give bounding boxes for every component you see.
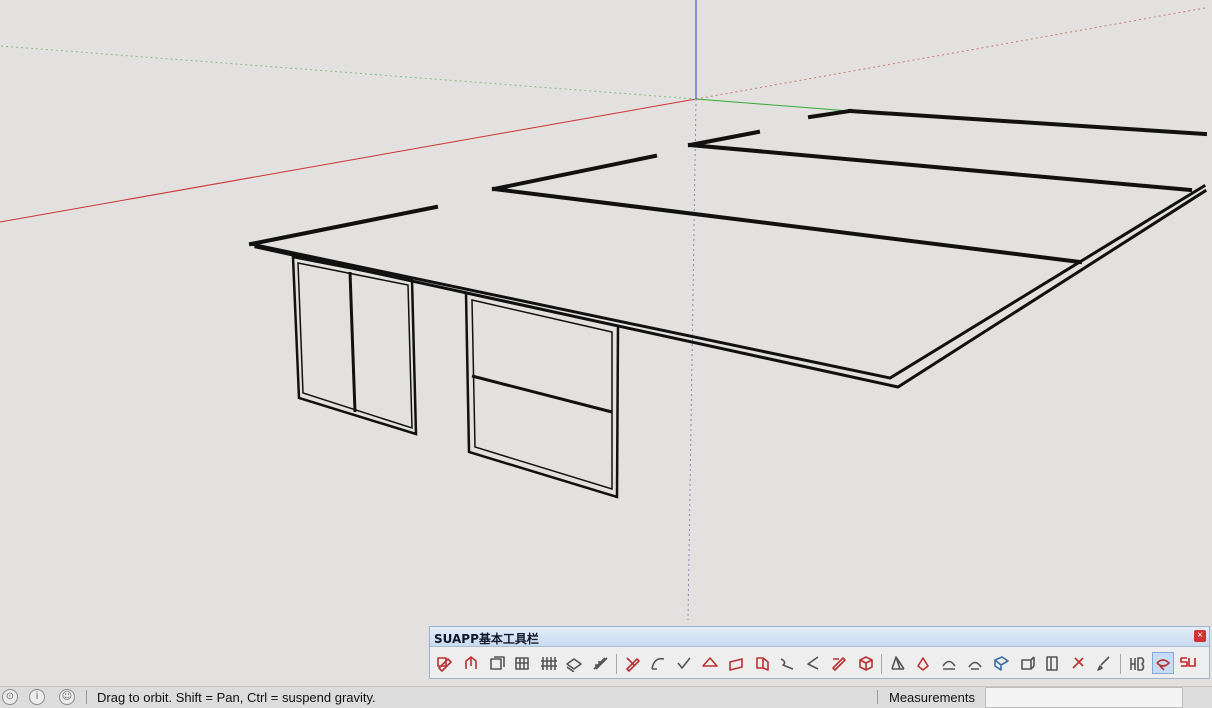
- toolbar-title-bar[interactable]: SUAPP基本工具栏 ×: [430, 627, 1209, 647]
- scene-drawing[interactable]: [0, 0, 1212, 686]
- suapp-toolbar[interactable]: SUAPP基本工具栏 ×: [429, 626, 1210, 679]
- solid-icon[interactable]: [912, 652, 934, 674]
- user-icon[interactable]: ☺: [59, 689, 75, 705]
- pencil-box-icon[interactable]: [434, 652, 456, 674]
- info-icon[interactable]: i: [29, 689, 45, 705]
- round-icon[interactable]: [964, 652, 986, 674]
- box-3d-icon[interactable]: [1016, 652, 1038, 674]
- edit-icon[interactable]: [828, 652, 850, 674]
- trusses-icon[interactable]: [887, 652, 909, 674]
- toolbar-separator: [880, 654, 882, 674]
- green-axis-dotted: [0, 45, 697, 100]
- push-pull-icon[interactable]: [460, 652, 482, 674]
- model-viewport[interactable]: [0, 0, 1212, 686]
- face-icon[interactable]: [725, 652, 747, 674]
- red-axis-dotted: [695, 7, 1206, 100]
- layers-active-icon[interactable]: [1151, 652, 1174, 674]
- blue-axis-dotted: [687, 98, 697, 621]
- status-message: Drag to orbit. Shift = Pan, Ctrl = suspe…: [97, 690, 376, 705]
- pencil-icon[interactable]: [622, 652, 644, 674]
- bend-icon[interactable]: [938, 652, 960, 674]
- roof-icon[interactable]: [699, 652, 721, 674]
- toolbar-separator: [615, 654, 617, 674]
- window-left: [291, 255, 418, 436]
- toolbar-buttons: [434, 652, 1209, 676]
- measurements-label: Measurements: [889, 690, 975, 705]
- close-icon[interactable]: ×: [1194, 630, 1206, 642]
- geo-location-icon[interactable]: ⊙: [2, 689, 18, 705]
- check-icon[interactable]: [673, 652, 695, 674]
- door-icon[interactable]: [1041, 652, 1063, 674]
- hb-icon[interactable]: [1126, 652, 1148, 674]
- curve-icon[interactable]: [776, 652, 798, 674]
- brush-icon[interactable]: [1093, 652, 1115, 674]
- green-axis-line: [695, 98, 851, 112]
- arc-icon[interactable]: [647, 652, 669, 674]
- window-right: [464, 291, 620, 499]
- layer-icon[interactable]: [563, 652, 585, 674]
- toolbar-separator: [1119, 654, 1121, 674]
- red-axis-line: [0, 98, 697, 223]
- measurements-input[interactable]: [985, 687, 1183, 708]
- angle-icon[interactable]: [802, 652, 824, 674]
- cube-icon[interactable]: [854, 652, 876, 674]
- stairs-icon[interactable]: [589, 652, 611, 674]
- cut-icon[interactable]: [1067, 652, 1089, 674]
- measurements-divider: [877, 690, 878, 704]
- status-divider: [86, 690, 87, 704]
- grid-icon[interactable]: [511, 652, 533, 674]
- status-bar: ⊙ i ☺ Drag to orbit. Shift = Pan, Ctrl =…: [0, 686, 1212, 708]
- toolbar-title: SUAPP基本工具栏: [434, 632, 539, 646]
- box-outline-icon[interactable]: [486, 652, 508, 674]
- fence-icon[interactable]: [537, 652, 559, 674]
- extrude-icon[interactable]: [751, 652, 773, 674]
- su-logo-icon[interactable]: [1177, 652, 1199, 674]
- glass-icon[interactable]: [990, 652, 1012, 674]
